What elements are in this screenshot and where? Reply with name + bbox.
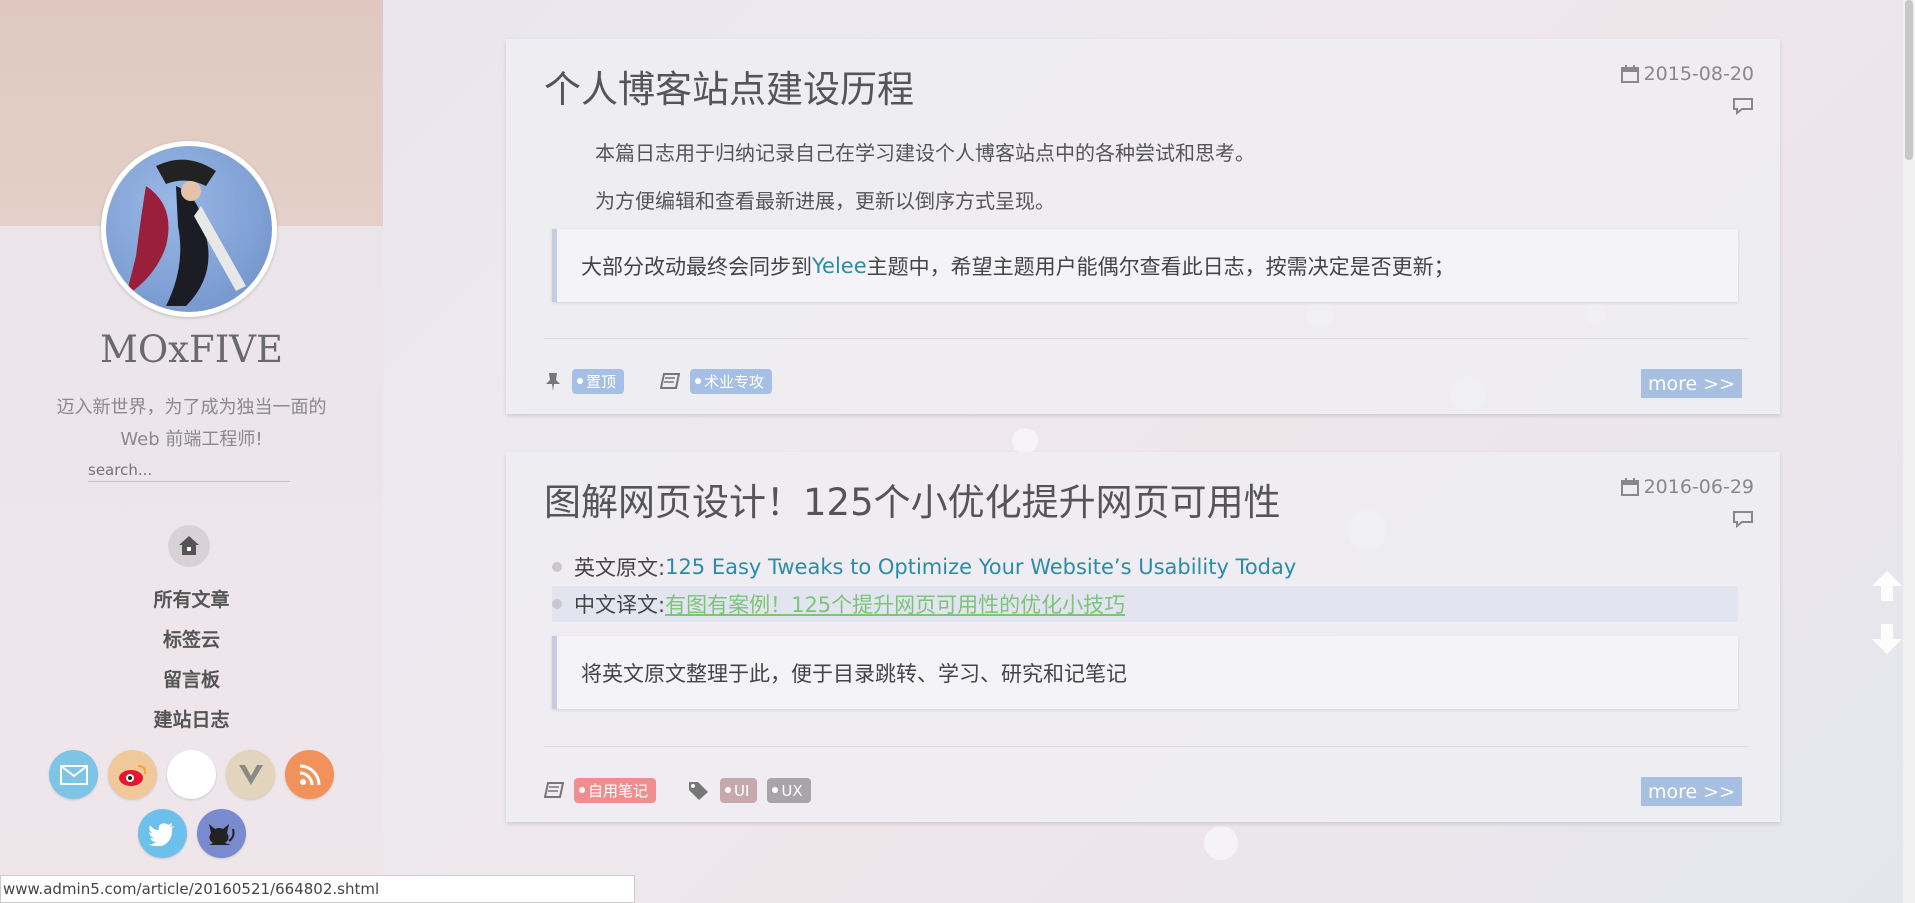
browser-status-bar: www.admin5.com/article/20160521/664802.s… bbox=[0, 875, 635, 903]
post-title[interactable]: 图解网页设计！125个小优化提升网页可用性 bbox=[544, 472, 1281, 526]
comment-icon[interactable] bbox=[1732, 510, 1754, 528]
scroll-down-icon[interactable] bbox=[1870, 622, 1904, 656]
comment-icon[interactable] bbox=[1732, 97, 1754, 115]
scroll-thumb[interactable] bbox=[1905, 0, 1913, 160]
tag-category[interactable]: 术业专攻 bbox=[690, 369, 773, 394]
search-input[interactable] bbox=[88, 458, 290, 482]
post-date: 2016-06-29 bbox=[1620, 476, 1754, 498]
quote-text: 主题中，希望主题用户能偶尔查看此日志，按需决定是否更新； bbox=[866, 254, 1455, 279]
tag-ux[interactable]: UX bbox=[767, 778, 811, 803]
home-icon bbox=[179, 536, 199, 555]
github-cat-icon[interactable] bbox=[196, 809, 246, 858]
pin-icon bbox=[546, 372, 560, 391]
divider bbox=[544, 338, 1748, 339]
site-name[interactable]: MOxFIVE bbox=[0, 328, 383, 371]
list-item-label: 中文译文: bbox=[574, 593, 666, 617]
post-date-text: 2015-08-20 bbox=[1643, 63, 1754, 85]
weibo-icon[interactable] bbox=[108, 750, 157, 799]
mail-icon[interactable] bbox=[49, 750, 98, 799]
tag-icon bbox=[689, 781, 709, 800]
avatar[interactable] bbox=[101, 141, 277, 317]
social-links bbox=[0, 750, 383, 868]
yelee-link[interactable]: Yelee bbox=[812, 254, 867, 278]
scroll-up-icon[interactable] bbox=[1870, 569, 1904, 603]
tag-pinned[interactable]: 置顶 bbox=[572, 369, 625, 394]
post-title[interactable]: 个人博客站点建设历程 bbox=[544, 59, 914, 113]
divider bbox=[544, 746, 1748, 747]
post-tags: 自用笔记 UI UX bbox=[544, 778, 811, 803]
book-icon bbox=[544, 781, 564, 798]
calendar-icon bbox=[1620, 478, 1639, 496]
list-item: 中文译文: 有图有案例！125个提升网页可用性的优化小技巧 bbox=[552, 586, 1738, 622]
nav-all-posts[interactable]: 所有文章 bbox=[0, 584, 383, 624]
tag-category[interactable]: 自用笔记 bbox=[574, 778, 657, 803]
tag-ui[interactable]: UI bbox=[720, 778, 758, 803]
nav-site-log[interactable]: 建站日志 bbox=[0, 704, 383, 744]
twitter-icon[interactable] bbox=[137, 809, 187, 858]
description-line-1: 迈入新世界，为了成为独当一面的 bbox=[56, 397, 327, 418]
page-scrollbar[interactable] bbox=[1903, 0, 1915, 903]
more-button[interactable]: more >> bbox=[1641, 777, 1742, 806]
avatar-image bbox=[126, 159, 246, 306]
rss-icon[interactable] bbox=[285, 750, 334, 799]
post-blockquote: 将英文原文整理于此，便于目录跳转、学习、研究和记笔记 bbox=[552, 636, 1738, 709]
home-button[interactable] bbox=[168, 525, 210, 567]
description-line-2: Web 前端工程师! bbox=[120, 429, 263, 450]
v-icon[interactable] bbox=[226, 750, 275, 799]
blank-icon[interactable] bbox=[167, 750, 216, 799]
post-paragraph: 本篇日志用于归纳记录自己在学习建设个人博客站点中的各种尝试和思考。 bbox=[595, 141, 1255, 165]
list-item: 英文原文: 125 Easy Tweaks to Optimize Your W… bbox=[552, 552, 1296, 582]
post-tags: 置顶 术业专攻 bbox=[544, 369, 773, 394]
post-date: 2015-08-20 bbox=[1620, 63, 1754, 85]
calendar-icon bbox=[1620, 65, 1639, 83]
sidebar-nav: 所有文章 标签云 留言板 建站日志 bbox=[0, 584, 383, 744]
post-paragraph: 为方便编辑和查看最新进展，更新以倒序方式呈现。 bbox=[595, 189, 1055, 213]
site-description: 迈入新世界，为了成为独当一面的 Web 前端工程师! bbox=[30, 392, 353, 456]
sidebar: MOxFIVE 迈入新世界，为了成为独当一面的 Web 前端工程师! 所有文章 … bbox=[0, 0, 383, 903]
nav-tag-cloud[interactable]: 标签云 bbox=[0, 624, 383, 664]
chinese-translation-link[interactable]: 有图有案例！125个提升网页可用性的优化小技巧 bbox=[665, 589, 1125, 619]
english-source-link[interactable]: 125 Easy Tweaks to Optimize Your Website… bbox=[665, 555, 1296, 579]
quote-text: 大部分改动最终会同步到 bbox=[581, 254, 812, 279]
book-icon bbox=[660, 372, 681, 389]
more-button[interactable]: more >> bbox=[1641, 369, 1742, 398]
list-item-label: 英文原文: bbox=[574, 556, 666, 580]
post-card: 个人博客站点建设历程 2015-08-20 本篇日志用于归纳记录自己在学习建设个… bbox=[506, 39, 1780, 414]
post-date-text: 2016-06-29 bbox=[1643, 476, 1754, 498]
post-blockquote: 大部分改动最终会同步到 Yelee 主题中，希望主题用户能偶尔查看此日志，按需决… bbox=[552, 229, 1738, 302]
post-card: 图解网页设计！125个小优化提升网页可用性 2016-06-29 英文原文: 1… bbox=[506, 452, 1780, 822]
nav-guestbook[interactable]: 留言板 bbox=[0, 664, 383, 704]
